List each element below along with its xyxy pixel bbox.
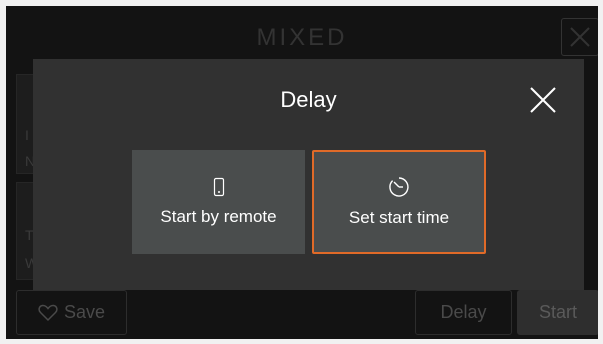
header-close-button[interactable] <box>561 18 598 56</box>
close-icon <box>530 87 556 113</box>
option-label: Start by remote <box>160 207 277 226</box>
delay-modal: Delay Start by remote Set start time <box>33 59 584 290</box>
page-title: MIXED <box>256 24 348 51</box>
start-button-label: Start <box>538 302 577 322</box>
save-button-label: Save <box>63 302 106 322</box>
close-icon <box>570 27 590 47</box>
start-by-remote-option[interactable]: Start by remote <box>132 150 305 254</box>
background-letter: I <box>25 127 29 143</box>
option-label: Set start time <box>348 208 450 227</box>
heart-icon <box>38 304 58 321</box>
delay-button-label: Delay <box>440 302 487 322</box>
clock-icon <box>389 177 409 197</box>
modal-title: Delay <box>280 87 337 112</box>
phone-icon <box>213 177 224 197</box>
delay-button[interactable]: Delay <box>415 290 512 335</box>
modal-close-button[interactable] <box>529 86 557 114</box>
save-button[interactable]: Save <box>16 290 127 335</box>
start-button[interactable]: Start <box>517 290 598 335</box>
set-start-time-option[interactable]: Set start time <box>312 150 486 254</box>
